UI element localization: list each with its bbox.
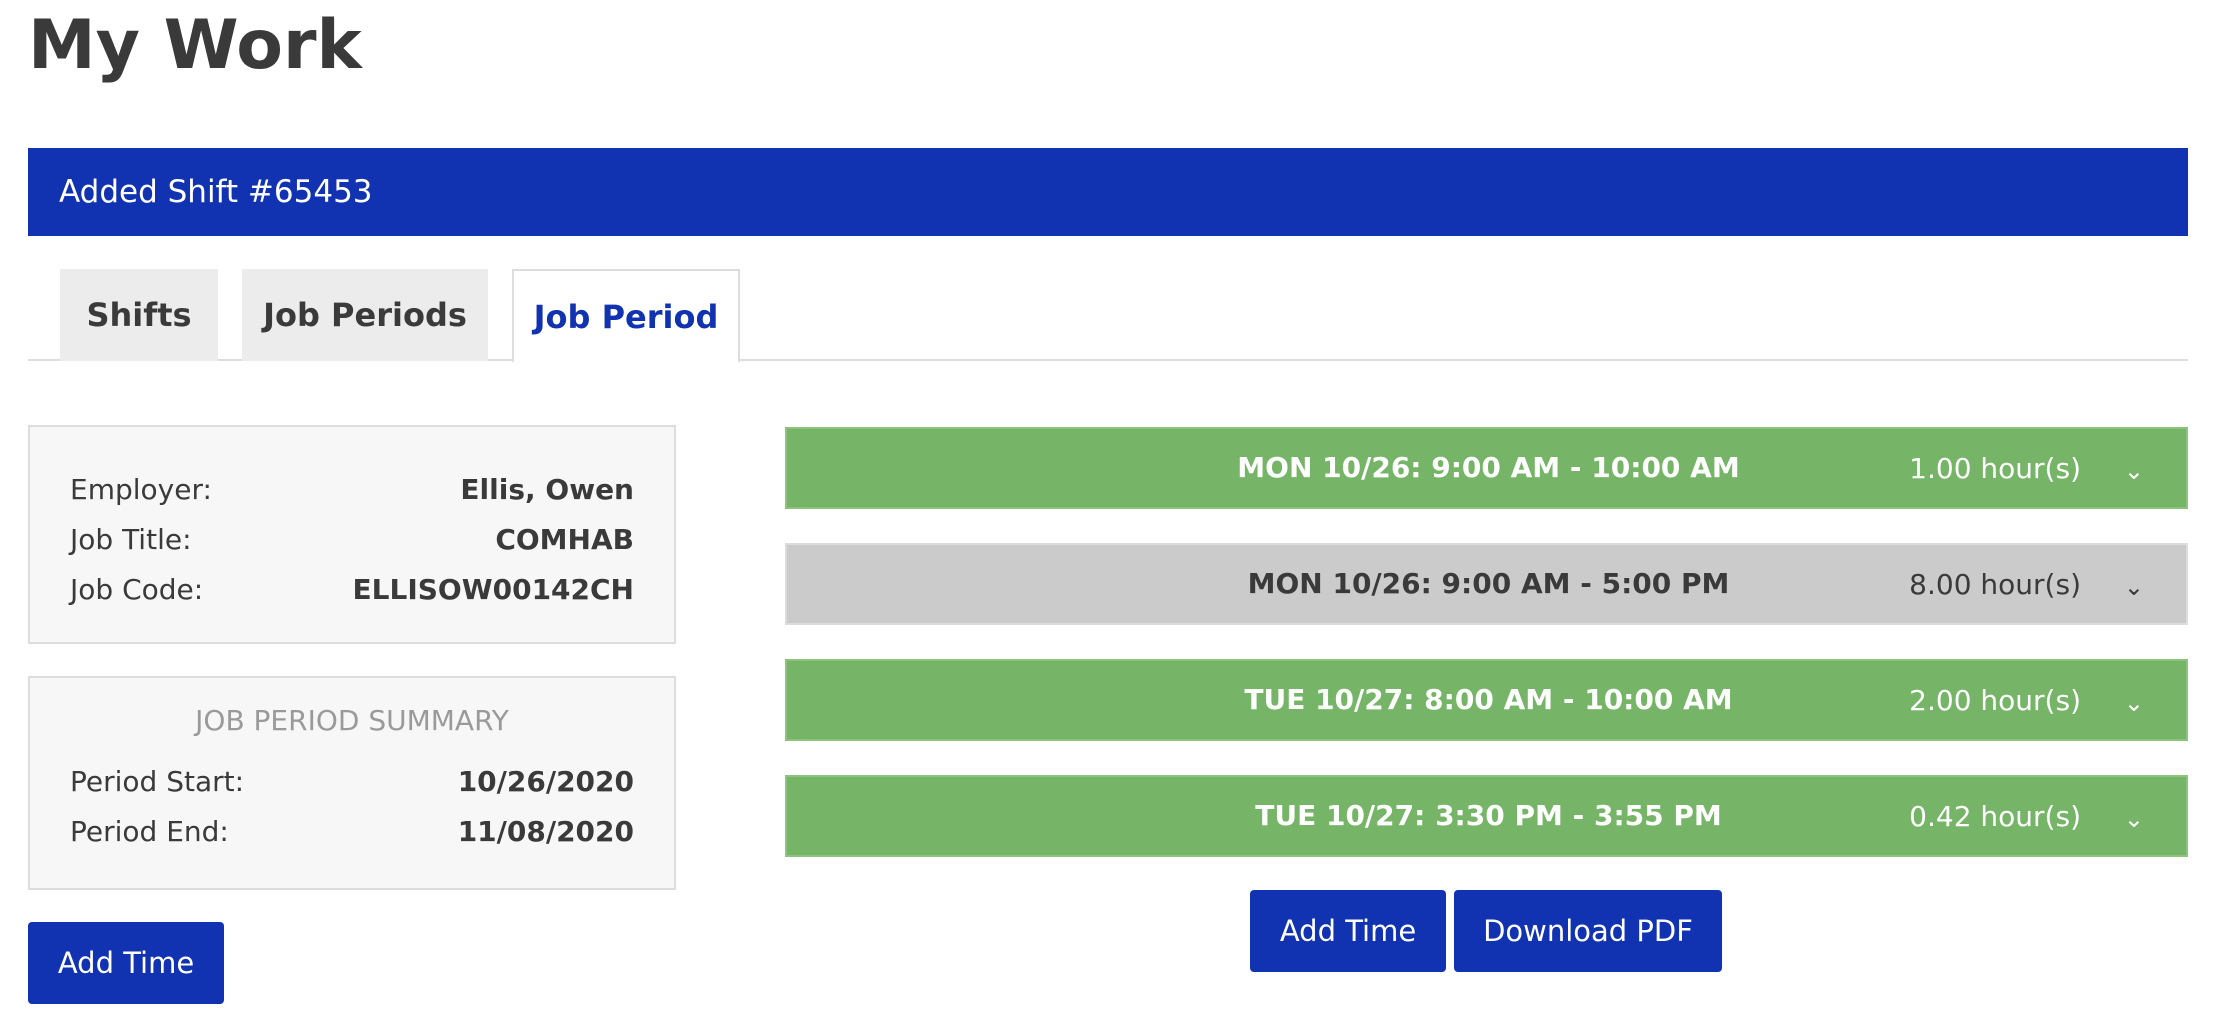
- job-code-label: Job Code:: [70, 573, 204, 606]
- period-start-row: Period Start: 10/26/2020: [70, 759, 634, 805]
- employer-value: Ellis, Owen: [460, 473, 634, 506]
- period-end-row: Period End: 11/08/2020: [70, 809, 634, 855]
- job-period-summary-panel: JOB PERIOD SUMMARY Period Start: 10/26/2…: [28, 676, 676, 890]
- chevron-down-icon[interactable]: ⌄: [2124, 545, 2144, 629]
- period-end-label: Period End:: [70, 815, 229, 848]
- tab-bar: Shifts Job Periods Job Period: [28, 269, 2188, 363]
- period-start-label: Period Start:: [70, 765, 245, 798]
- job-code-row: Job Code: ELLISOW00142CH: [70, 567, 634, 613]
- time-entry-hours: 1.00 hour(s): [1909, 452, 2081, 485]
- period-end-value: 11/08/2020: [457, 815, 634, 848]
- add-time-button-left[interactable]: Add Time: [28, 922, 224, 1004]
- time-entry-row[interactable]: MON 10/26: 9:00 AM - 10:00 AM 1.00 hour(…: [785, 427, 2188, 509]
- shift-added-alert: Added Shift #65453: [28, 148, 2188, 236]
- job-title-value: COMHAB: [495, 523, 634, 556]
- chevron-down-icon[interactable]: ⌄: [2124, 777, 2144, 861]
- tab-job-period[interactable]: Job Period: [512, 269, 740, 363]
- time-entry-row[interactable]: TUE 10/27: 3:30 PM - 3:55 PM 0.42 hour(s…: [785, 775, 2188, 857]
- job-code-value: ELLISOW00142CH: [352, 573, 634, 606]
- add-time-button[interactable]: Add Time: [1250, 890, 1446, 972]
- job-title-row: Job Title: COMHAB: [70, 517, 634, 563]
- period-start-value: 10/26/2020: [457, 765, 634, 798]
- employer-row: Employer: Ellis, Owen: [70, 467, 634, 513]
- summary-title: JOB PERIOD SUMMARY: [195, 704, 509, 737]
- time-entry-row[interactable]: MON 10/26: 9:00 AM - 5:00 PM 8.00 hour(s…: [785, 543, 2188, 625]
- tab-shifts[interactable]: Shifts: [60, 269, 218, 361]
- chevron-down-icon[interactable]: ⌄: [2124, 661, 2144, 745]
- page-title: My Work: [28, 6, 362, 85]
- employer-label: Employer:: [70, 473, 212, 506]
- job-title-label: Job Title:: [70, 523, 192, 556]
- employer-info-panel: Employer: Ellis, Owen Job Title: COMHAB …: [28, 425, 676, 644]
- time-entry-hours: 2.00 hour(s): [1909, 684, 2081, 717]
- chevron-down-icon[interactable]: ⌄: [2124, 429, 2144, 513]
- time-entry-hours: 0.42 hour(s): [1909, 800, 2081, 833]
- time-entry-row[interactable]: TUE 10/27: 8:00 AM - 10:00 AM 2.00 hour(…: [785, 659, 2188, 741]
- download-pdf-button[interactable]: Download PDF: [1454, 890, 1722, 972]
- tab-job-periods[interactable]: Job Periods: [242, 269, 488, 361]
- time-entry-hours: 8.00 hour(s): [1909, 568, 2081, 601]
